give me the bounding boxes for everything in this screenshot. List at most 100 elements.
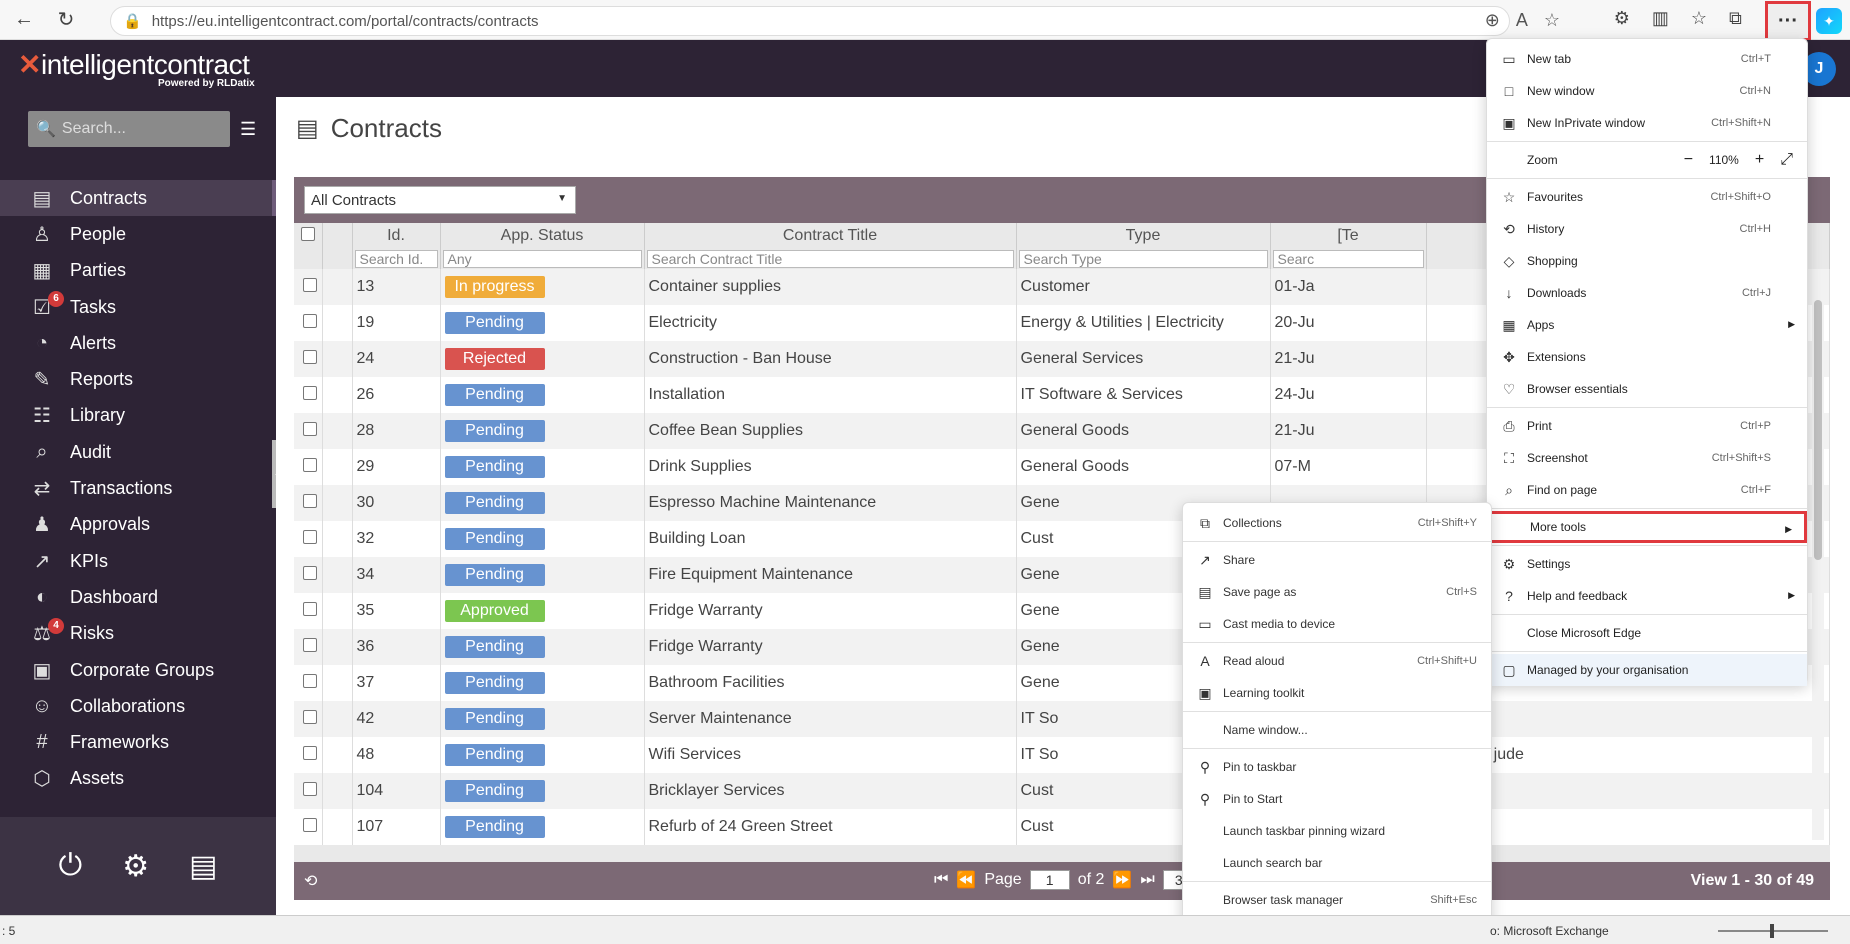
menu-item-learning-toolkit[interactable]: ▣ Learning toolkit: [1183, 677, 1491, 709]
cell-title[interactable]: Bricklayer Services: [644, 773, 1017, 809]
menu-item-browser-essentials[interactable]: ♡ Browser essentials: [1487, 373, 1807, 405]
gear-icon[interactable]: ⚙: [122, 849, 149, 884]
sidebar-item-reports[interactable]: ✎ Reports: [0, 361, 276, 397]
ticket-icon[interactable]: ▤: [189, 849, 217, 884]
sidebar-item-approvals[interactable]: ♟ Approvals: [0, 507, 276, 543]
row-checkbox[interactable]: [294, 269, 323, 305]
menu-item-browser-task-manager[interactable]: Browser task manager Shift+Esc: [1183, 884, 1491, 916]
menu-item-zoom[interactable]: Zoom − 110% + ⤢: [1487, 144, 1807, 176]
table-row[interactable]: 104PendingBricklayer ServicesCustn-2018F…: [294, 773, 1830, 809]
first-page-icon[interactable]: ⏮: [934, 871, 948, 889]
sidebar-item-corporate-groups[interactable]: ▣ Corporate Groups: [0, 652, 276, 688]
column-header-id[interactable]: Id.: [352, 223, 441, 249]
cell-title[interactable]: Drink Supplies: [644, 449, 1017, 485]
zoom-icon[interactable]: ⊕: [1485, 10, 1500, 31]
refresh-icon[interactable]: ↻: [48, 2, 84, 38]
row-checkbox[interactable]: [294, 593, 323, 629]
page-number-input[interactable]: 1: [1029, 870, 1070, 890]
menu-item-help-and-feedback[interactable]: ? Help and feedback ▶: [1487, 580, 1807, 612]
column-header-status[interactable]: App. Status: [440, 223, 645, 249]
row-checkbox[interactable]: [294, 521, 323, 557]
cell-title[interactable]: Wifi Services: [644, 737, 1017, 773]
sidebar-item-audit[interactable]: ⌕ Audit: [0, 434, 276, 470]
column-header-type[interactable]: Type: [1016, 223, 1271, 249]
menu-item-new-tab[interactable]: ▭ New tab Ctrl+T: [1487, 43, 1807, 75]
menu-item-pin-to-taskbar[interactable]: ⚲ Pin to taskbar: [1183, 751, 1491, 783]
address-bar[interactable]: 🔒 https://eu.intelligentcontract.com/por…: [110, 6, 1510, 36]
prev-page-icon[interactable]: ⏪: [956, 870, 976, 890]
row-checkbox[interactable]: [294, 485, 323, 521]
cell-title[interactable]: Building Loan: [644, 521, 1017, 557]
select-all-checkbox-header[interactable]: [294, 223, 323, 249]
menu-item-history[interactable]: ⟲ History Ctrl+H: [1487, 213, 1807, 245]
cell-title[interactable]: Fire Equipment Maintenance: [644, 557, 1017, 593]
row-checkbox[interactable]: [294, 773, 323, 809]
fullscreen-icon[interactable]: ⤢: [1780, 151, 1793, 169]
sidebar-search-input[interactable]: 🔍 Search...: [28, 111, 230, 147]
sidebar-item-library[interactable]: ☷ Library: [0, 398, 276, 434]
menu-item-share[interactable]: ↗ Share: [1183, 544, 1491, 576]
sidebar-item-contracts[interactable]: ▤ Contracts: [0, 180, 276, 217]
row-checkbox[interactable]: [294, 629, 323, 665]
menu-item-favourites[interactable]: ☆ Favourites Ctrl+Shift+O: [1487, 181, 1807, 213]
row-checkbox[interactable]: [294, 341, 323, 377]
sidebar-item-people[interactable]: ♙ People: [0, 216, 276, 252]
menu-item-read-aloud[interactable]: A Read aloud Ctrl+Shift+U: [1183, 645, 1491, 677]
menu-item-cast-media-to-device[interactable]: ▭ Cast media to device: [1183, 608, 1491, 640]
split-screen-icon[interactable]: ▥: [1652, 8, 1669, 29]
row-checkbox[interactable]: [294, 809, 323, 845]
cell-title[interactable]: Coffee Bean Supplies: [644, 413, 1017, 449]
menu-item-pin-to-start[interactable]: ⚲ Pin to Start: [1183, 783, 1491, 815]
sidebar-item-collaborations[interactable]: ☺ Collaborations: [0, 688, 276, 724]
table-row[interactable]: 107PendingRefurb of 24 Green StreetCustn…: [294, 809, 1830, 845]
sidebar-item-alerts[interactable]: ◔ Alerts: [0, 325, 276, 361]
zoom-in-icon[interactable]: +: [1755, 151, 1764, 169]
read-aloud-icon[interactable]: A: [1516, 10, 1528, 31]
table-row[interactable]: 42PendingServer MaintenanceIT SoNone: [294, 701, 1830, 737]
menu-item-launch-search-bar[interactable]: Launch search bar: [1183, 847, 1491, 879]
favorites-bar-icon[interactable]: ☆: [1691, 8, 1707, 29]
view-select[interactable]: All Contracts ▼: [304, 186, 576, 214]
term-filter-input[interactable]: Searc: [1272, 250, 1424, 268]
copilot-icon[interactable]: ✦: [1816, 8, 1842, 34]
cell-title[interactable]: Construction - Ban House: [644, 341, 1017, 377]
extension-icon[interactable]: ⚙: [1614, 8, 1630, 29]
sidebar-item-frameworks[interactable]: # Frameworks: [0, 724, 276, 760]
sidebar-item-parties[interactable]: ▦ Parties: [0, 253, 276, 289]
collections-icon[interactable]: ⧉: [1729, 8, 1742, 29]
row-checkbox[interactable]: [294, 557, 323, 593]
menu-item-more-tools[interactable]: More tools ▶: [1487, 511, 1807, 543]
sidebar-item-assets[interactable]: ⬡ Assets: [0, 761, 276, 797]
menu-item-new-window[interactable]: □ New window Ctrl+N: [1487, 75, 1807, 107]
menu-item-apps[interactable]: ▦ Apps ▶: [1487, 309, 1807, 341]
menu-item-settings[interactable]: ⚙ Settings: [1487, 548, 1807, 580]
sidebar-item-tasks[interactable]: ☑ 6 Tasks: [0, 289, 276, 325]
status-filter-select[interactable]: Any: [442, 250, 642, 268]
sidebar-item-risks[interactable]: ⚖ 4 Risks: [0, 616, 276, 652]
power-icon[interactable]: ⏻: [59, 849, 83, 883]
menu-item-downloads[interactable]: ↓ Downloads Ctrl+J: [1487, 277, 1807, 309]
zoom-slider[interactable]: [1718, 924, 1828, 938]
app-logo[interactable]: ✕intelligentcontract: [18, 48, 250, 81]
column-header-title[interactable]: Contract Title: [644, 223, 1017, 249]
row-checkbox[interactable]: [294, 377, 323, 413]
cell-title[interactable]: Electricity: [644, 305, 1017, 341]
cell-title[interactable]: Installation: [644, 377, 1017, 413]
cell-title[interactable]: Container supplies: [644, 269, 1017, 305]
menu-item-new-inprivate-window[interactable]: ▣ New InPrivate window Ctrl+Shift+N: [1487, 107, 1807, 139]
row-checkbox[interactable]: [294, 737, 323, 773]
menu-item-shopping[interactable]: ◇ Shopping: [1487, 245, 1807, 277]
sidebar-item-kpis[interactable]: ↗ KPIs: [0, 543, 276, 579]
cell-title[interactable]: Fridge Warranty: [644, 629, 1017, 665]
star-icon[interactable]: ☆: [1544, 10, 1560, 31]
menu-item-launch-taskbar-pinning-wizard[interactable]: Launch taskbar pinning wizard: [1183, 815, 1491, 847]
cell-title[interactable]: Espresso Machine Maintenance: [644, 485, 1017, 521]
menu-item-find-on-page[interactable]: ⌕ Find on page Ctrl+F: [1487, 474, 1807, 506]
cell-title[interactable]: Server Maintenance: [644, 701, 1017, 737]
menu-item-save-page-as[interactable]: ▤ Save page as Ctrl+S: [1183, 576, 1491, 608]
menu-item-print[interactable]: ⎙ Print Ctrl+P: [1487, 410, 1807, 442]
type-filter-input[interactable]: Search Type: [1018, 250, 1268, 268]
row-checkbox[interactable]: [294, 449, 323, 485]
refresh-grid-icon[interactable]: ⟲: [304, 871, 317, 891]
cell-title[interactable]: Bathroom Facilities: [644, 665, 1017, 701]
